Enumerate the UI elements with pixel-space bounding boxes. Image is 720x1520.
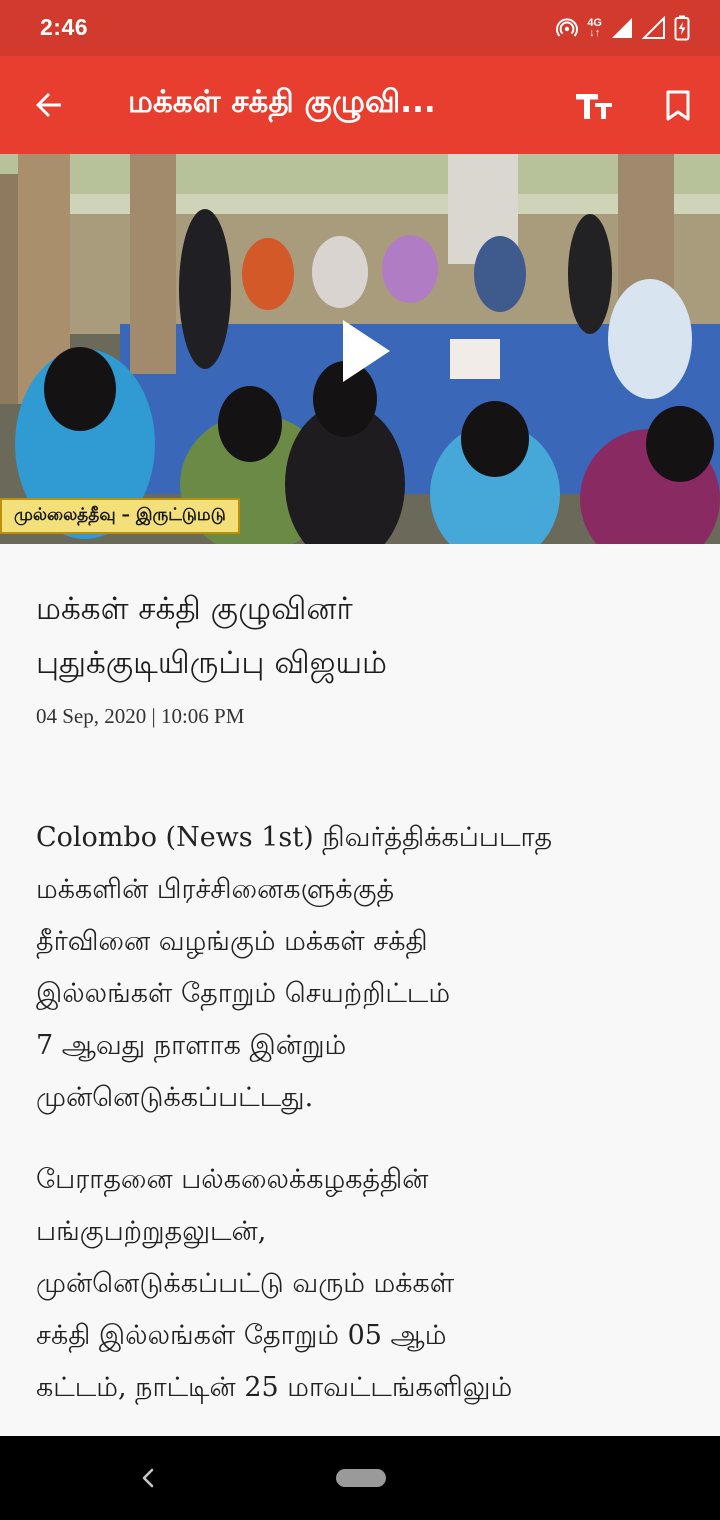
paragraph-line: முன்னெடுக்கப்பட்டது.: [36, 1082, 314, 1113]
back-button[interactable]: [24, 80, 74, 130]
network-4g-icon: 4G ↓↑: [587, 18, 602, 39]
nav-back-icon[interactable]: [136, 1462, 160, 1494]
text-size-icon: [576, 94, 612, 119]
paragraph-line: கட்டம், நாட்டின் 25 மாவட்டங்களிலும்: [36, 1372, 513, 1403]
video-caption: முல்லைத்தீவு – இருட்டுமடு: [0, 498, 240, 534]
video-player[interactable]: முல்லைத்தீவு – இருட்டுமடு: [0, 154, 720, 544]
paragraph-line: Colombo (News 1st) நிவர்த்திக்கப்படாத: [36, 822, 553, 853]
paragraph-line: 7 ஆவது நாளாக இன்றும்: [36, 1030, 347, 1061]
arrow-back-icon: [36, 93, 61, 117]
bookmark-icon: [666, 90, 690, 121]
paragraph-line: பேராதனை பல்கலைக்கழகத்தின்: [36, 1164, 429, 1195]
paragraph-line: மக்களின் பிரச்சினைகளுக்குத்: [36, 874, 395, 905]
status-bar: 2:46 4G ↓↑: [0, 0, 720, 56]
paragraph-line: முன்னெடுக்கப்பட்டு வரும் மக்கள்: [36, 1268, 455, 1299]
paragraph-line: சக்தி இல்லங்கள் தோறும் 05 ஆம்: [36, 1320, 447, 1351]
article-headline: மக்கள் சக்தி குழுவினர் புதுக்குடியிருப்ப…: [36, 582, 676, 690]
article-date: 04 Sep, 2020 | 10:06 PM: [36, 704, 245, 728]
signal-icon: [612, 18, 632, 38]
headline-line: மக்கள் சக்தி குழுவினர்: [36, 591, 353, 627]
paragraph-line: இல்லங்கள் தோறும் செயற்றிட்டம்: [36, 978, 451, 1009]
app-bar: மக்கள் சக்தி குழுவி...: [0, 56, 720, 154]
battery-charging-icon: [674, 15, 690, 41]
app-title: மக்கள் சக்தி குழுவி...: [128, 84, 436, 120]
article-paragraph: பேராதனை பல்கலைக்கழகத்தின் பங்குபற்றுதலுட…: [36, 1154, 676, 1414]
bookmark-button[interactable]: [656, 82, 700, 130]
paragraph-line: பங்குபற்றுதலுடன்,: [36, 1216, 267, 1247]
status-time: 2:46: [40, 14, 89, 40]
status-icons: 4G ↓↑: [555, 14, 690, 42]
headline-line: புதுக்குடியிருப்பு விஜயம்: [36, 645, 388, 681]
network-arrows: ↓↑: [589, 27, 601, 39]
text-size-button[interactable]: [570, 84, 618, 128]
play-icon[interactable]: [336, 316, 396, 386]
article: மக்கள் சக்தி குழுவினர் புதுக்குடியிருப்ப…: [36, 582, 676, 1403]
article-paragraph: Colombo (News 1st) நிவர்த்திக்கப்படாத மக…: [36, 812, 676, 1124]
paragraph-line: தீர்வினை வழங்கும் மக்கள் சக்தி: [36, 926, 428, 957]
nav-home-pill[interactable]: [336, 1469, 386, 1487]
signal-icon: [642, 16, 665, 39]
hotspot-icon: [556, 18, 579, 37]
